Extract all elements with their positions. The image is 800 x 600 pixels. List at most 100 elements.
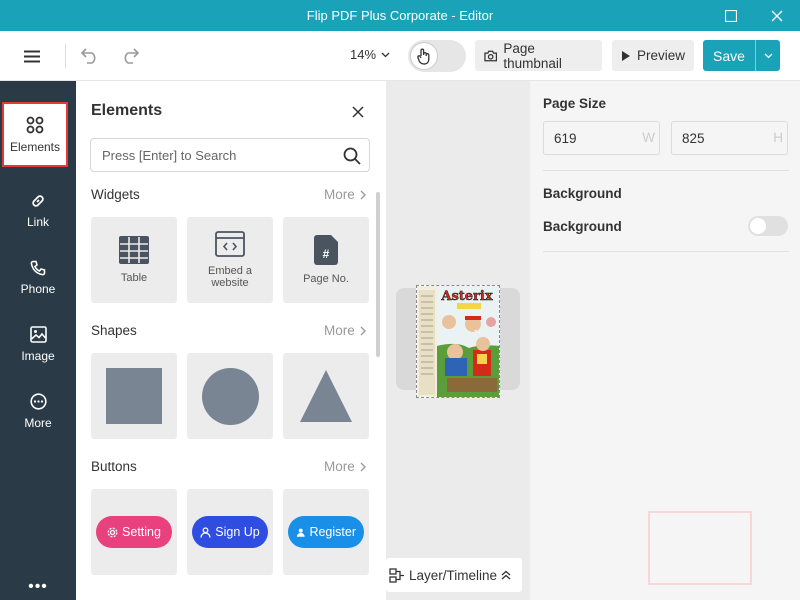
widget-tile-table[interactable]: Table	[91, 217, 177, 303]
sign-up-button-preview: Sign Up	[192, 516, 268, 548]
embed-website-icon	[215, 231, 245, 257]
sidebar-item-phone[interactable]: Phone	[0, 244, 76, 311]
sidebar-item-image[interactable]: Image	[0, 311, 76, 378]
undo-button[interactable]	[78, 44, 102, 68]
properties-divider	[543, 251, 789, 252]
chevron-double-up-icon	[501, 570, 511, 580]
search-input[interactable]	[91, 139, 336, 171]
height-field: H	[671, 121, 788, 155]
height-input[interactable]	[672, 122, 762, 154]
phone-icon	[30, 260, 46, 275]
page-size-label: Page Size	[543, 96, 607, 111]
width-unit: W	[642, 130, 655, 145]
tile-label: Page No.	[303, 273, 349, 285]
tile-label: Table	[120, 272, 148, 284]
background-toggle-label: Background	[543, 219, 622, 234]
zoom-dropdown[interactable]: 14%	[350, 47, 390, 62]
height-unit: H	[773, 130, 783, 145]
register-button-preview: Register	[288, 516, 364, 548]
background-toggle[interactable]	[748, 216, 788, 236]
chevron-right-icon	[360, 326, 366, 335]
hand-pointer-icon	[410, 42, 438, 70]
watermark-logo	[648, 511, 752, 585]
link-icon	[32, 194, 44, 207]
button-tile-setting[interactable]: Setting	[91, 489, 177, 575]
redo-icon	[124, 48, 140, 64]
chevron-down-icon	[764, 53, 772, 58]
button-label: Sign Up	[215, 525, 260, 539]
image-icon	[29, 326, 47, 343]
sidebar-item-label: Phone	[20, 281, 56, 296]
hand-tool-toggle[interactable]	[408, 40, 466, 72]
shape-tile-triangle[interactable]	[283, 353, 369, 439]
toggle-knob	[750, 218, 766, 234]
chevron-right-icon	[360, 190, 366, 199]
elements-icon	[26, 116, 44, 133]
tile-label: Embed a website	[207, 265, 253, 289]
button-tile-sign-up[interactable]: Sign Up	[187, 489, 273, 575]
button-label: Register	[309, 525, 356, 539]
section-title-widgets: Widgets	[91, 187, 140, 202]
window-title: Flip PDF Plus Corporate - Editor	[306, 8, 494, 23]
title-bar: Flip PDF Plus Corporate - Editor	[0, 0, 800, 31]
triangle-shape	[300, 370, 352, 422]
more-label: More	[324, 459, 355, 474]
shapes-more-link[interactable]: More	[324, 323, 366, 338]
section-title-buttons: Buttons	[91, 459, 137, 474]
save-options-button[interactable]	[756, 53, 780, 59]
user-icon	[296, 528, 305, 537]
hamburger-icon	[24, 50, 40, 62]
save-button-group: Save	[703, 40, 780, 71]
close-icon	[352, 106, 364, 118]
layers-icon	[389, 567, 404, 583]
widget-tile-page-number[interactable]: # Page No.	[283, 217, 369, 303]
widgets-more-link[interactable]: More	[324, 187, 366, 202]
shape-tile-square[interactable]	[91, 353, 177, 439]
sidebar-item-elements[interactable]: Elements	[2, 102, 68, 167]
chevron-right-icon	[360, 462, 366, 471]
layer-timeline-button[interactable]: Layer/Timeline	[386, 558, 522, 592]
square-shape	[106, 368, 162, 424]
width-input[interactable]	[544, 122, 634, 154]
page-thumbnail-cover[interactable]: Asterix	[416, 285, 500, 398]
search-icon[interactable]	[341, 145, 363, 167]
maximize-button[interactable]	[708, 0, 754, 31]
layer-timeline-label: Layer/Timeline	[409, 567, 498, 583]
close-window-button[interactable]	[754, 0, 800, 31]
menu-button[interactable]	[20, 45, 44, 67]
sidebar-item-label: Link	[26, 214, 49, 229]
circle-shape	[201, 367, 259, 425]
user-icon	[200, 526, 211, 538]
table-icon	[119, 236, 149, 264]
sidebar-item-label: Image	[21, 349, 55, 363]
button-tile-register[interactable]: Register	[283, 489, 369, 575]
widget-tile-embed-website[interactable]: Embed a website	[187, 217, 273, 303]
sidebar-item-label: Elements	[9, 139, 61, 154]
section-title-shapes: Shapes	[91, 323, 137, 338]
panel-close-button[interactable]	[348, 102, 368, 122]
more-label: More	[324, 187, 355, 202]
sidebar-overflow-button[interactable]: •••	[0, 578, 76, 596]
toolbar: 14% Page thumbnail Preview Save	[0, 31, 800, 81]
shape-tile-circle[interactable]	[187, 353, 273, 439]
buttons-more-link[interactable]: More	[324, 459, 366, 474]
redo-button[interactable]	[118, 44, 142, 68]
width-field: W	[543, 121, 660, 155]
panel-scrollbar[interactable]	[376, 192, 380, 357]
sidebar-item-link[interactable]: Link	[0, 177, 76, 244]
preview-label: Preview	[636, 48, 685, 63]
sidebar-item-more[interactable]: More	[0, 378, 76, 445]
canvas-area[interactable]: Asterix Layer/Timeline	[386, 81, 530, 600]
properties-panel: Page Size W H Background Background	[530, 81, 800, 600]
more-icon	[29, 393, 47, 410]
preview-button[interactable]: Preview	[612, 40, 694, 71]
save-button[interactable]: Save	[703, 48, 755, 64]
setting-button-preview: Setting	[96, 516, 172, 548]
button-label: Setting	[122, 525, 161, 539]
gear-icon	[107, 527, 118, 537]
panel-title: Elements	[91, 102, 163, 119]
comic-cover-image: Asterix	[417, 286, 499, 397]
close-icon	[771, 10, 783, 21]
search-box	[90, 138, 370, 172]
page-thumbnail-button[interactable]: Page thumbnail	[475, 40, 602, 71]
